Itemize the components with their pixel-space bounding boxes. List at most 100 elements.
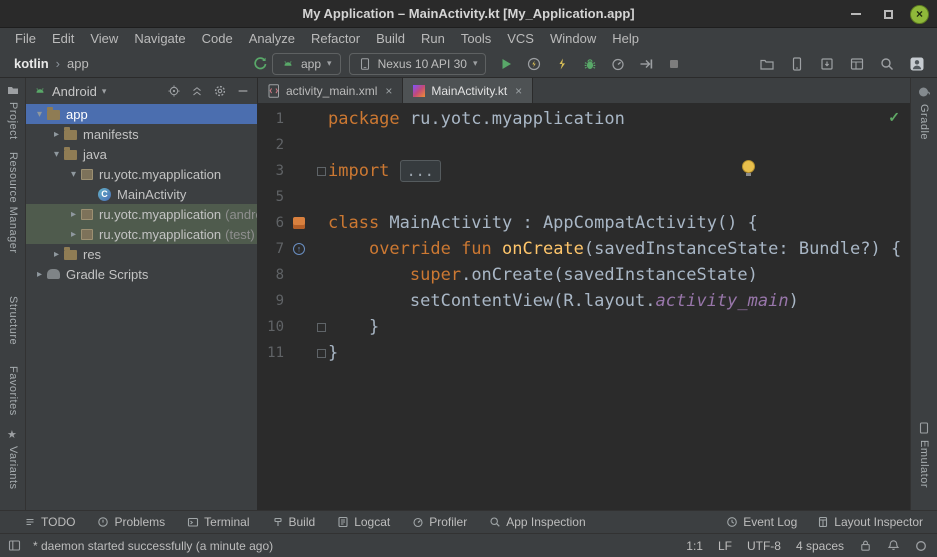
chevron-right-icon[interactable]: ▸ [49,129,64,140]
tool-stripe-favorites[interactable]: Favorites [7,366,19,416]
tool-stripe-resource-manager[interactable]: Resource Manager [7,152,19,254]
tool-stripe-variants[interactable]: Variants [7,446,19,490]
layout-validation-button[interactable] [845,52,869,76]
chevron-down-icon[interactable]: ▾ [66,169,81,180]
status-message[interactable]: * daemon started successfully (a minute … [33,539,273,553]
tree-item-ru-yotc-myapplication[interactable]: ▾ru.yotc.myapplication [26,164,257,184]
project-stripe-icon[interactable] [7,84,19,96]
chevron-right-icon[interactable]: ▸ [66,209,81,220]
tree-item-java[interactable]: ▾java [26,144,257,164]
tool-button-app-inspection[interactable]: App Inspection [489,515,585,529]
editor-tab-activity-main-xml[interactable]: activity_main.xml× [258,78,403,103]
tool-button-problems[interactable]: Problems [97,515,165,529]
background-tasks-icon[interactable] [915,540,927,552]
tool-button-layout-inspector[interactable]: Layout Inspector [817,515,923,529]
line-number-8[interactable]: 8 [258,267,284,283]
inspection-status-icon[interactable]: ✓ [888,109,900,126]
menu-analyze[interactable]: Analyze [241,28,303,50]
fold-marker-icon[interactable] [317,323,326,332]
caret-position[interactable]: 1:1 [686,539,703,553]
tool-button-profiler[interactable]: Profiler [412,515,467,529]
tab-close-icon[interactable]: × [515,84,522,98]
sync-project-button[interactable] [248,52,272,76]
run-config-select[interactable]: app ▾ [272,53,341,75]
code-text[interactable]: setContentView(R.layout.activity_main) [328,288,799,314]
search-everywhere-button[interactable] [875,52,899,76]
menu-view[interactable]: View [82,28,126,50]
breadcrumb-project[interactable]: kotlin [14,56,49,71]
tool-button-logcat[interactable]: Logcat [337,515,390,529]
tree-item-ru-yotc-myapplication-androidtest[interactable]: ▸ru.yotc.myapplication(androidTest) [26,204,257,224]
line-number-10[interactable]: 10 [258,319,284,335]
run-button[interactable] [494,52,518,76]
profile-button[interactable] [606,52,630,76]
line-number-2[interactable]: 2 [258,137,284,153]
tool-button-event-log[interactable]: Event Log [726,515,797,529]
intention-bulb-icon[interactable] [742,160,755,173]
code-area[interactable]: 1package ru.yotc.myapplication23import .… [258,104,910,366]
menu-vcs[interactable]: VCS [499,28,542,50]
tool-button-todo[interactable]: TODO [24,515,75,529]
fold-marker-icon[interactable] [317,349,326,358]
sdk-manager-button[interactable] [815,52,839,76]
file-encoding[interactable]: UTF-8 [747,539,781,553]
tree-item-app[interactable]: ▾app [26,104,257,124]
gradle-stripe-icon[interactable] [918,86,930,98]
menu-help[interactable]: Help [604,28,647,50]
line-number-1[interactable]: 1 [258,111,284,127]
chevron-down-icon[interactable]: ▾ [49,149,64,160]
debug-button[interactable] [578,52,602,76]
device-select[interactable]: Nexus 10 API 30 ▾ [349,53,487,75]
editor-body[interactable]: 1package ru.yotc.myapplication23import .… [258,104,910,510]
tool-button-build[interactable]: Build [272,515,316,529]
minimize-button[interactable] [846,4,866,24]
attach-debugger-button[interactable] [634,52,658,76]
gutter-7[interactable]: ↑ [284,243,314,255]
tree-item-mainactivity[interactable]: CMainActivity [26,184,257,204]
line-number-11[interactable]: 11 [258,345,284,361]
fold-marker-icon[interactable] [317,167,326,176]
collapse-all-button[interactable] [190,84,204,98]
line-number-5[interactable]: 5 [258,189,284,205]
tool-stripe-gradle[interactable]: Gradle [918,104,930,140]
code-text[interactable]: override fun onCreate(savedInstanceState… [328,236,901,262]
tool-button-terminal[interactable]: Terminal [187,515,249,529]
restore-button[interactable] [878,4,898,24]
line-number-9[interactable]: 9 [258,293,284,309]
readonly-lock-icon[interactable] [859,539,872,552]
menu-file[interactable]: File [7,28,44,50]
menu-edit[interactable]: Edit [44,28,82,50]
line-number-7[interactable]: 7 [258,241,284,257]
gutter-6[interactable] [284,217,314,229]
menu-run[interactable]: Run [413,28,453,50]
chevron-right-icon[interactable]: ▸ [49,249,64,260]
override-method-icon[interactable]: ↑ [293,243,305,255]
menu-window[interactable]: Window [542,28,604,50]
apply-code-changes-button[interactable] [550,52,574,76]
line-number-3[interactable]: 3 [258,163,284,179]
fold-column[interactable] [314,349,328,358]
chevron-right-icon[interactable]: ▸ [32,269,47,280]
code-text[interactable]: } [328,340,338,366]
stop-button[interactable] [662,52,686,76]
tree-item-gradle-scripts[interactable]: ▸Gradle Scripts [26,264,257,284]
menu-build[interactable]: Build [368,28,413,50]
menu-tools[interactable]: Tools [453,28,499,50]
notifications-bell-icon[interactable] [887,539,900,552]
code-text[interactable]: import ... [328,158,441,184]
apply-changes-button[interactable] [522,52,546,76]
line-number-6[interactable]: 6 [258,215,284,231]
tree-item-ru-yotc-myapplication-test[interactable]: ▸ru.yotc.myapplication(test) [26,224,257,244]
avd-manager-button[interactable] [785,52,809,76]
code-text[interactable]: super.onCreate(savedInstanceState) [328,262,758,288]
close-button[interactable]: × [910,5,929,24]
chevron-right-icon[interactable]: ▸ [66,229,81,240]
tool-stripe-project[interactable]: Project [7,102,19,140]
hide-panel-button[interactable] [236,84,250,98]
tool-stripe-emulator[interactable]: Emulator [918,440,930,488]
menu-navigate[interactable]: Navigate [126,28,193,50]
android-activity-icon[interactable] [293,217,305,229]
device-file-explorer-button[interactable] [755,52,779,76]
settings-gear-icon[interactable] [213,84,227,98]
code-text[interactable]: } [328,314,379,340]
